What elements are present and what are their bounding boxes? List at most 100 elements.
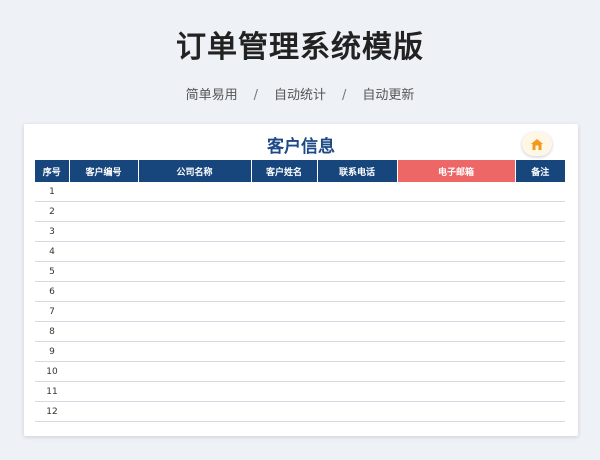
table-row: 7: [35, 301, 565, 322]
row-index-cell[interactable]: 5: [35, 261, 69, 282]
table-cell[interactable]: [69, 321, 138, 342]
table-cell[interactable]: [251, 261, 317, 282]
table-cell[interactable]: [317, 401, 397, 422]
column-header-phone[interactable]: 联系电话: [317, 160, 398, 182]
table-cell[interactable]: [515, 381, 565, 402]
row-index-cell[interactable]: 10: [35, 361, 69, 382]
table-cell[interactable]: [251, 241, 317, 262]
table-cell[interactable]: [397, 301, 515, 322]
row-index-cell[interactable]: 2: [35, 201, 69, 222]
table-cell[interactable]: [69, 381, 138, 402]
table-cell[interactable]: [138, 361, 251, 382]
table-cell[interactable]: [317, 361, 397, 382]
table-cell[interactable]: [69, 281, 138, 302]
table-cell[interactable]: [69, 221, 138, 242]
table-cell[interactable]: [515, 221, 565, 242]
column-header-index[interactable]: 序号: [35, 160, 70, 182]
column-header-notes[interactable]: 备注: [515, 160, 565, 182]
table-cell[interactable]: [138, 401, 251, 422]
row-index-cell[interactable]: 11: [35, 381, 69, 402]
table-cell[interactable]: [138, 261, 251, 282]
table-cell[interactable]: [317, 182, 397, 202]
house-icon: [531, 138, 543, 150]
table-cell[interactable]: [317, 321, 397, 342]
row-index-cell[interactable]: 12: [35, 401, 69, 422]
table-cell[interactable]: [138, 221, 251, 242]
table-cell[interactable]: [138, 182, 251, 202]
table-cell[interactable]: [515, 401, 565, 422]
table-cell[interactable]: [515, 341, 565, 362]
table-cell[interactable]: [69, 341, 138, 362]
column-header-customer-name[interactable]: 客户姓名: [251, 160, 318, 182]
table-cell[interactable]: [317, 221, 397, 242]
row-index-cell[interactable]: 7: [35, 301, 69, 322]
table-cell[interactable]: [69, 361, 138, 382]
table-cell[interactable]: [69, 241, 138, 262]
table-cell[interactable]: [397, 182, 515, 202]
table-cell[interactable]: [138, 301, 251, 322]
table-cell[interactable]: [251, 301, 317, 322]
table-cell[interactable]: [251, 182, 317, 202]
column-header-email[interactable]: 电子邮箱: [397, 160, 516, 182]
table-row: 6: [35, 281, 565, 302]
table-cell[interactable]: [138, 321, 251, 342]
row-index-cell[interactable]: 9: [35, 341, 69, 362]
table-cell[interactable]: [251, 201, 317, 222]
table-cell[interactable]: [515, 261, 565, 282]
table-cell[interactable]: [397, 381, 515, 402]
table-cell[interactable]: [138, 241, 251, 262]
table-cell[interactable]: [69, 401, 138, 422]
table-row: 8: [35, 321, 565, 342]
table-cell[interactable]: [515, 182, 565, 202]
table-cell[interactable]: [251, 221, 317, 242]
column-header-company[interactable]: 公司名称: [138, 160, 252, 182]
table-cell[interactable]: [515, 361, 565, 382]
table-cell[interactable]: [515, 201, 565, 222]
row-index-cell[interactable]: 4: [35, 241, 69, 262]
table-cell[interactable]: [251, 381, 317, 402]
table-cell[interactable]: [69, 301, 138, 322]
table-cell[interactable]: [397, 281, 515, 302]
column-header-customer-id[interactable]: 客户编号: [69, 160, 139, 182]
table-cell[interactable]: [317, 301, 397, 322]
table-row: 3: [35, 221, 565, 242]
table-cell[interactable]: [397, 241, 515, 262]
table-cell[interactable]: [138, 381, 251, 402]
table-cell[interactable]: [138, 281, 251, 302]
table-cell[interactable]: [69, 261, 138, 282]
table-cell[interactable]: [317, 261, 397, 282]
table-cell[interactable]: [251, 361, 317, 382]
table-cell[interactable]: [138, 201, 251, 222]
table-cell[interactable]: [317, 281, 397, 302]
table-cell[interactable]: [69, 201, 138, 222]
table-cell[interactable]: [251, 401, 317, 422]
table-cell[interactable]: [515, 321, 565, 342]
row-index-cell[interactable]: 1: [35, 182, 69, 202]
table-cell[interactable]: [138, 341, 251, 362]
tagline-item: 自动更新: [362, 88, 415, 103]
table-cell[interactable]: [317, 201, 397, 222]
home-button[interactable]: [522, 132, 552, 156]
table-cell[interactable]: [515, 301, 565, 322]
table-cell[interactable]: [515, 241, 565, 262]
page-title: 订单管理系统模版: [176, 30, 424, 65]
table-cell[interactable]: [397, 401, 515, 422]
table-cell[interactable]: [317, 241, 397, 262]
table-cell[interactable]: [69, 182, 138, 202]
table-cell[interactable]: [397, 321, 515, 342]
table-cell[interactable]: [251, 281, 317, 302]
tagline: 简单易用 / 自动统计 / 自动更新: [0, 84, 600, 103]
table-cell[interactable]: [397, 361, 515, 382]
table-cell[interactable]: [515, 281, 565, 302]
table-cell[interactable]: [397, 221, 515, 242]
table-cell[interactable]: [397, 261, 515, 282]
table-cell[interactable]: [397, 341, 515, 362]
row-index-cell[interactable]: 6: [35, 281, 69, 302]
table-cell[interactable]: [317, 341, 397, 362]
row-index-cell[interactable]: 3: [35, 221, 69, 242]
table-cell[interactable]: [251, 321, 317, 342]
row-index-cell[interactable]: 8: [35, 321, 69, 342]
table-cell[interactable]: [251, 341, 317, 362]
table-cell[interactable]: [317, 381, 397, 402]
table-cell[interactable]: [397, 201, 515, 222]
